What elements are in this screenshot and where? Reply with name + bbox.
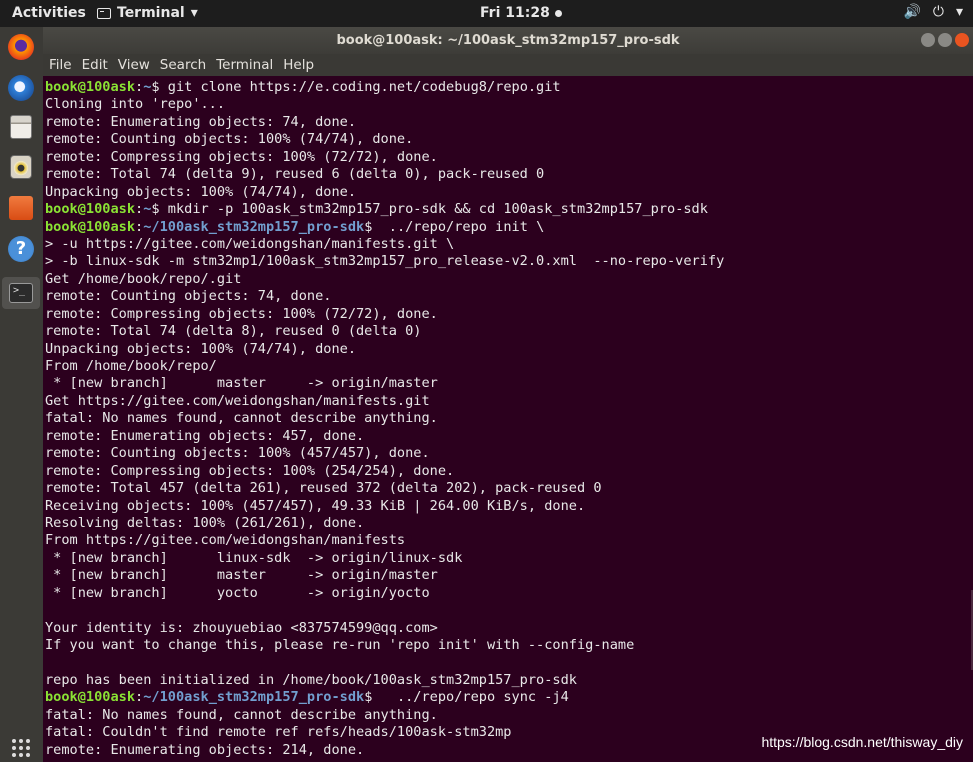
menu-search[interactable]: Search — [155, 57, 211, 73]
terminal-line: Get https://gitee.com/weidongshan/manife… — [45, 392, 430, 409]
prompt-user: book@100ask — [45, 79, 136, 95]
help-icon[interactable]: ? — [8, 236, 34, 262]
watermark: https://blog.csdn.net/thisway_diy — [761, 734, 963, 750]
terminal-line: book@100ask:~/100ask_stm32mp157_pro-sdk$… — [45, 689, 973, 706]
terminal-line: Resolving deltas: 100% (261/261), done. — [45, 514, 365, 531]
terminal-line: remote: Counting objects: 100% (457/457)… — [45, 445, 430, 462]
terminal-line: If you want to change this, please re-ru… — [45, 637, 635, 653]
window-controls — [921, 33, 969, 47]
terminal-line: remote: Compressing objects: 100% (72/72… — [45, 148, 438, 165]
prompt-separator: : — [135, 218, 144, 235]
prompt-command: $ ../repo/repo sync -j4 — [364, 689, 569, 706]
minimize-button[interactable] — [921, 33, 935, 47]
clock[interactable]: Fri 11:28 — [480, 5, 562, 21]
terminal-line: fatal: No names found, cannot describe a… — [45, 410, 438, 427]
close-button[interactable] — [955, 33, 969, 47]
prompt-path: ~/100ask_stm32mp157_pro-sdk — [143, 689, 365, 706]
terminal-line: * [new branch] master -> origin/master — [45, 567, 438, 584]
prompt-separator: : — [135, 79, 144, 95]
menu-view[interactable]: View — [113, 57, 155, 73]
terminal-line: Cloning into 'repo'... — [45, 96, 226, 113]
prompt-command: $ mkdir -p 100ask_stm32mp157_pro-sdk && … — [151, 201, 708, 218]
terminal-output[interactable]: book@100ask:~$ git clone https://e.codin… — [43, 77, 973, 762]
terminal-lines: book@100ask:~$ git clone https://e.codin… — [43, 77, 973, 759]
thunderbird-icon[interactable] — [8, 75, 34, 101]
rhythmbox-icon[interactable] — [10, 155, 32, 179]
window-title: book@100ask: ~/100ask_stm32mp157_pro-sdk — [336, 33, 680, 48]
app-menu-label: Terminal — [117, 5, 185, 21]
show-apps-icon[interactable] — [12, 739, 30, 757]
terminal-line: From /home/book/repo/ — [45, 358, 217, 374]
app-menu[interactable]: Terminal ▾ — [97, 5, 198, 21]
terminal-line: repo has been initialized in /home/book/… — [45, 671, 577, 688]
menu-bar: File Edit View Search Terminal Help — [43, 54, 973, 76]
terminal-line: remote: Enumerating objects: 74, done. — [45, 113, 356, 130]
prompt-path: ~/100ask_stm32mp157_pro-sdk — [143, 218, 365, 235]
menu-help[interactable]: Help — [278, 57, 319, 73]
prompt-command: $ ../repo/repo init \ — [364, 218, 545, 235]
prompt-user: book@100ask — [45, 689, 136, 706]
terminal-line: Your identity is: zhouyuebiao <837574599… — [45, 619, 438, 636]
tray-chevron-icon[interactable]: ▾ — [956, 4, 963, 20]
terminal-line: * [new branch] master -> origin/master — [45, 375, 438, 392]
terminal-line: * [new branch] yocto -> origin/yocto — [45, 584, 430, 601]
top-bar: Activities Terminal ▾ Fri 11:28 🔊 ⏻ ▾ — [0, 0, 973, 27]
volume-icon[interactable]: 🔊 — [903, 4, 920, 20]
terminal-line: remote: Compressing objects: 100% (254/2… — [45, 462, 455, 479]
firefox-icon[interactable] — [8, 34, 34, 60]
prompt-separator: : — [135, 689, 144, 706]
prompt-user: book@100ask — [45, 218, 136, 235]
menu-terminal[interactable]: Terminal — [211, 57, 278, 73]
terminal-line: remote: Total 457 (delta 261), reused 37… — [45, 480, 602, 497]
terminal-line: Unpacking objects: 100% (74/74), done. — [45, 183, 356, 200]
terminal-line: * [new branch] linux-sdk -> origin/linux… — [45, 549, 463, 566]
prompt-separator: : — [135, 201, 144, 218]
software-center-icon[interactable] — [9, 196, 33, 220]
terminal-mini-icon — [97, 7, 111, 19]
clock-label: Fri 11:28 — [480, 5, 550, 21]
terminal-line: Receiving objects: 100% (457/457), 49.33… — [45, 497, 586, 514]
terminal-line: remote: Enumerating objects: 457, done. — [45, 427, 365, 444]
terminal-icon[interactable] — [9, 283, 33, 303]
terminal-line: book@100ask:~/100ask_stm32mp157_pro-sdk$… — [45, 219, 973, 236]
terminal-line: remote: Total 74 (delta 8), reused 0 (de… — [45, 323, 422, 340]
terminal-line: > -b linux-sdk -m stm32mp1/100ask_stm32m… — [45, 253, 725, 270]
dock: ? — [0, 27, 43, 762]
terminal-line: From https://gitee.com/weidongshan/manif… — [45, 532, 406, 549]
prompt-command: $ git clone https://e.coding.net/codebug… — [151, 79, 561, 95]
terminal-line: Get /home/book/repo/.git — [45, 270, 242, 287]
terminal-line: remote: Counting objects: 74, done. — [45, 288, 332, 305]
window-titlebar[interactable]: book@100ask: ~/100ask_stm32mp157_pro-sdk — [43, 27, 973, 54]
menu-edit[interactable]: Edit — [77, 57, 113, 73]
terminal-line: remote: Compressing objects: 100% (72/72… — [45, 305, 438, 322]
terminal-line: remote: Counting objects: 100% (74/74), … — [45, 131, 414, 148]
terminal-line: Unpacking objects: 100% (74/74), done. — [45, 340, 356, 357]
terminal-line: book@100ask:~$ mkdir -p 100ask_stm32mp15… — [45, 201, 973, 218]
menu-file[interactable]: File — [43, 57, 77, 73]
terminal-line: remote: Total 74 (delta 9), reused 6 (de… — [45, 166, 545, 183]
power-icon[interactable]: ⏻ — [933, 4, 944, 20]
prompt-user: book@100ask — [45, 201, 136, 218]
terminal-line: fatal: No names found, cannot describe a… — [45, 706, 438, 723]
notification-dot-icon — [554, 9, 562, 17]
maximize-button[interactable] — [938, 33, 952, 47]
files-icon[interactable] — [10, 115, 32, 139]
chevron-down-icon: ▾ — [190, 5, 198, 21]
system-tray[interactable]: 🔊 ⏻ ▾ — [903, 4, 963, 20]
activities-button[interactable]: Activities — [12, 5, 86, 21]
terminal-line: > -u https://gitee.com/weidongshan/manif… — [45, 235, 455, 252]
terminal-line: book@100ask:~$ git clone https://e.codin… — [45, 79, 973, 96]
